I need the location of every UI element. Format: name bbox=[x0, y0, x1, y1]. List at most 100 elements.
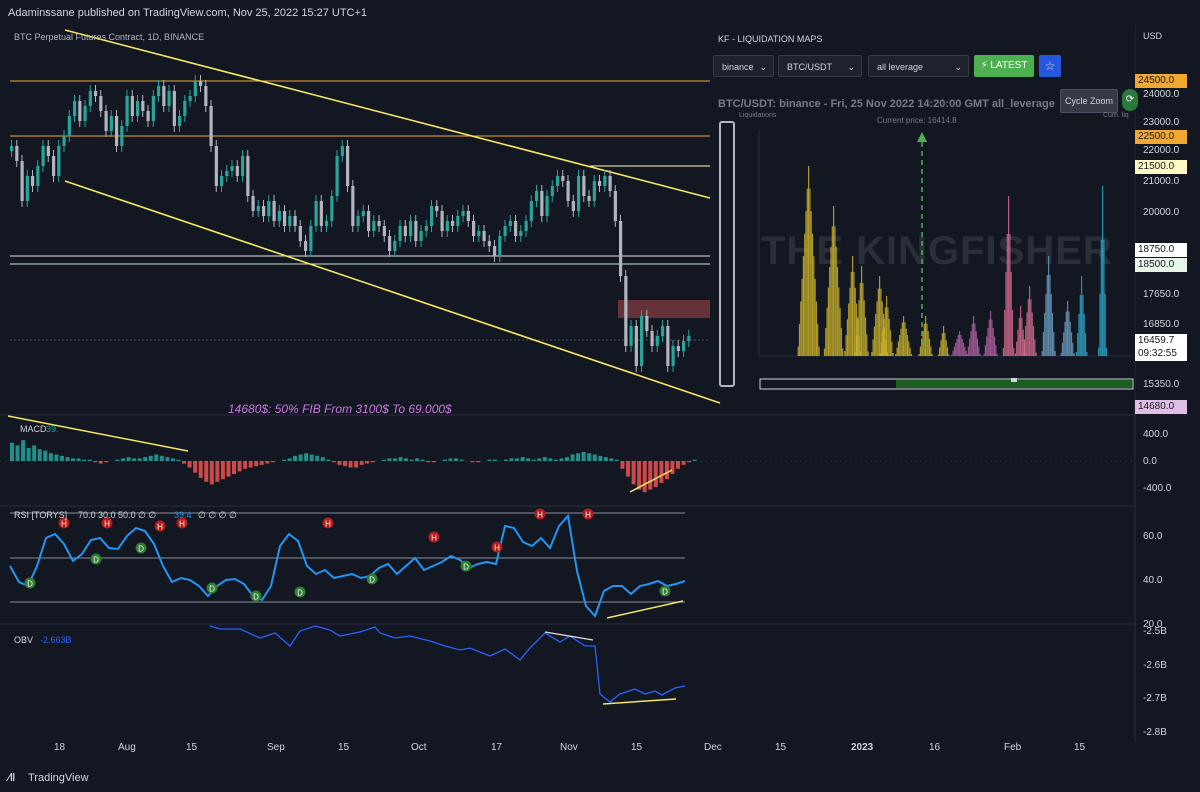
macd-bar bbox=[354, 461, 359, 468]
candle bbox=[298, 226, 302, 241]
candle bbox=[456, 216, 460, 226]
macd-bar bbox=[82, 459, 87, 461]
candle bbox=[293, 216, 297, 226]
macd-bar bbox=[476, 461, 481, 463]
macd-tick: 400.0 bbox=[1143, 429, 1169, 440]
candle bbox=[503, 226, 507, 236]
candle bbox=[225, 171, 229, 176]
macd-bar bbox=[237, 461, 242, 472]
candle bbox=[83, 106, 87, 121]
svg-text:H: H bbox=[157, 523, 163, 532]
macd-bar bbox=[198, 461, 203, 478]
macd-bar bbox=[59, 455, 64, 461]
time-tick: 17 bbox=[491, 742, 503, 753]
macd-bar bbox=[659, 461, 664, 484]
candle bbox=[314, 201, 318, 226]
resistance-zone bbox=[618, 300, 710, 318]
svg-text:H: H bbox=[494, 544, 500, 553]
price-tick: 15350.0 bbox=[1143, 379, 1180, 390]
macd-bar bbox=[470, 461, 475, 463]
candle bbox=[666, 326, 670, 366]
candle bbox=[571, 201, 575, 211]
candle bbox=[115, 116, 119, 146]
candle bbox=[493, 246, 497, 256]
candle bbox=[125, 96, 129, 126]
macd-bar bbox=[398, 457, 403, 461]
candle bbox=[629, 326, 633, 346]
candle bbox=[78, 101, 82, 121]
candle bbox=[634, 326, 638, 366]
macd-bar bbox=[132, 458, 137, 461]
macd-bar bbox=[459, 459, 464, 461]
candle bbox=[31, 176, 35, 186]
time-tick: 18 bbox=[54, 742, 66, 753]
macd-bar bbox=[54, 454, 59, 461]
macd-bar bbox=[676, 461, 680, 469]
candle bbox=[545, 196, 549, 216]
candle bbox=[25, 176, 29, 201]
macd-bar bbox=[71, 458, 76, 461]
macd-bar bbox=[76, 458, 81, 461]
candle bbox=[676, 346, 680, 351]
price-tag-18500: 18500.0 bbox=[1135, 258, 1187, 272]
candle bbox=[351, 186, 355, 226]
macd-bar bbox=[337, 461, 342, 465]
candle bbox=[10, 146, 14, 151]
macd-bar bbox=[392, 458, 397, 461]
candle bbox=[613, 191, 617, 221]
time-tick: Feb bbox=[1004, 742, 1022, 753]
macd-bar bbox=[426, 461, 431, 463]
macd-bar bbox=[232, 461, 236, 474]
macd-bar bbox=[182, 461, 187, 464]
price-tick: 16850.0 bbox=[1143, 319, 1180, 330]
macd-bar bbox=[265, 461, 270, 464]
candle bbox=[319, 201, 323, 226]
macd-bar bbox=[226, 461, 231, 477]
macd-bar bbox=[670, 461, 675, 474]
svg-text:D: D bbox=[297, 589, 303, 598]
price-tick: 23000.0 bbox=[1143, 117, 1180, 128]
fib-annotation: 14680$: 50% FIB From 3100$ To 69.000$ bbox=[228, 402, 452, 416]
macd-bar bbox=[315, 455, 320, 461]
time-tick: 15 bbox=[186, 742, 198, 753]
macd-bar bbox=[165, 457, 170, 461]
candle bbox=[272, 201, 276, 221]
macd-bar bbox=[137, 458, 142, 461]
price-tag-22500: 22500.0 bbox=[1135, 130, 1187, 144]
candle bbox=[645, 316, 649, 331]
publisher-line: Adaminssane published on TradingView.com… bbox=[8, 7, 368, 19]
candle bbox=[514, 221, 518, 236]
macd-bar bbox=[526, 458, 531, 461]
svg-text:H: H bbox=[325, 520, 331, 529]
macd-bar bbox=[187, 461, 192, 468]
svg-text:D: D bbox=[253, 593, 259, 602]
macd-bar bbox=[487, 459, 492, 461]
time-tick: Nov bbox=[560, 742, 578, 753]
macd-bar bbox=[281, 459, 286, 461]
macd-tick: -400.0 bbox=[1143, 483, 1172, 494]
candle bbox=[73, 101, 77, 116]
candle bbox=[435, 206, 439, 211]
currency-label: USD bbox=[1143, 31, 1163, 41]
macd-bar bbox=[531, 459, 536, 461]
candle bbox=[482, 231, 486, 241]
svg-text:D: D bbox=[93, 556, 99, 565]
candle bbox=[382, 226, 386, 236]
candle bbox=[414, 221, 418, 241]
candle bbox=[619, 221, 623, 276]
liquidation-map-panel[interactable]: KF - LIQUIDATION MAPS binance ⌄ BTC/USDT ⌄… bbox=[711, 26, 1138, 394]
footer-brand[interactable]: TradingView bbox=[28, 772, 89, 784]
candle bbox=[241, 156, 245, 176]
macd-bar bbox=[559, 458, 564, 461]
candle bbox=[109, 116, 113, 131]
candle bbox=[220, 176, 224, 186]
candle bbox=[304, 241, 308, 251]
candle bbox=[204, 86, 208, 106]
candle bbox=[267, 201, 271, 216]
macd-bar bbox=[10, 442, 14, 461]
macd-bar bbox=[32, 445, 37, 461]
candle bbox=[419, 231, 423, 241]
candle bbox=[472, 221, 476, 236]
candle bbox=[41, 146, 45, 166]
macd-bar bbox=[204, 461, 209, 482]
